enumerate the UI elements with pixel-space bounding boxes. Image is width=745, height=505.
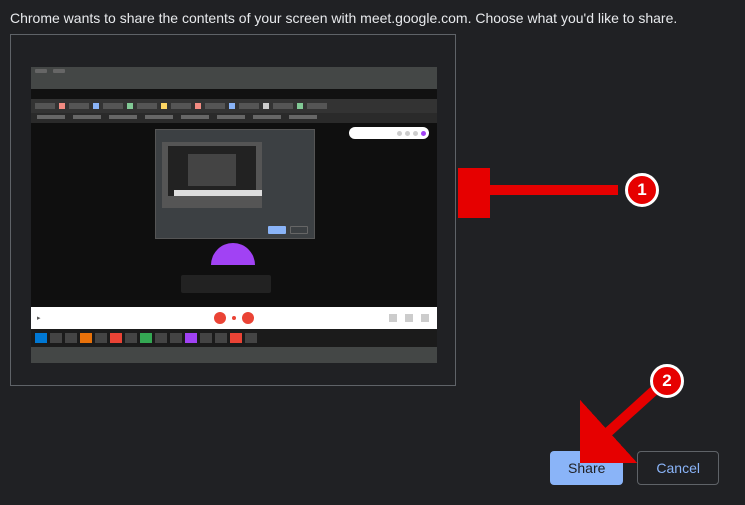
- screen-preview: ▸: [31, 67, 437, 363]
- preview-controls: ▸: [31, 307, 437, 329]
- dialog-prompt-text: Chrome wants to share the contents of yo…: [0, 0, 745, 34]
- annotation-badge-2: 2: [650, 364, 684, 398]
- annotation-badge-1: 1: [625, 173, 659, 207]
- preview-bookmarks: [31, 113, 437, 123]
- annotation-arrow-1: [458, 168, 638, 218]
- preview-taskbar: [31, 329, 437, 347]
- preview-nested-dialog: [155, 129, 315, 239]
- preview-tabs: [31, 99, 437, 113]
- screen-thumbnail-option[interactable]: ▸: [10, 34, 456, 386]
- preview-viewport: [31, 123, 437, 321]
